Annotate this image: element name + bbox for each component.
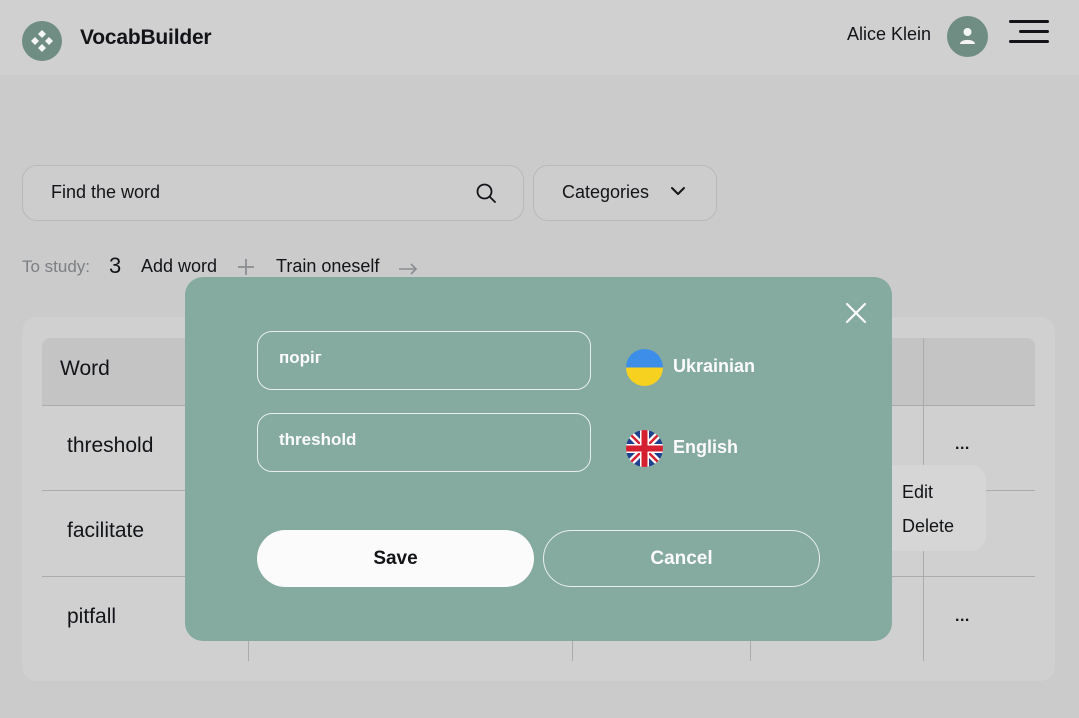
table-row-word: pitfall [67,605,117,628]
user-icon[interactable] [947,16,988,57]
close-icon[interactable] [844,301,868,325]
column-header-word: Word [60,357,110,380]
delete-menu-item[interactable]: Delete [902,516,954,537]
ukrainian-language-label: Ukrainian [673,356,756,376]
add-word-button[interactable]: Add word [141,256,217,277]
english-language-label: English [673,437,739,457]
row-actions-button[interactable]: ... [955,608,970,626]
logo-icon[interactable] [22,21,62,61]
search-input[interactable]: Find the word [22,165,524,221]
save-button[interactable]: Save [257,530,534,587]
english-word-value: threshold [279,430,357,449]
ukrainian-word-value: поріг [279,348,322,367]
user-name: Alice Klein [847,24,932,44]
uk-flag-icon [626,430,663,467]
arrow-right-icon[interactable] [398,262,418,276]
plus-icon[interactable] [236,257,256,277]
to-study-label: To study: [22,257,91,276]
header: VocabBuilder Alice Klein [0,0,1079,75]
categories-label: Categories [562,182,650,202]
app-title[interactable]: VocabBuilder [80,26,212,50]
search-icon[interactable] [475,182,497,204]
table-row-word: threshold [67,434,154,457]
categories-select[interactable]: Categories [533,165,717,221]
english-word-field[interactable]: threshold [257,413,591,472]
train-oneself-button[interactable]: Train oneself [276,256,379,277]
cancel-button[interactable]: Cancel [543,530,820,587]
chevron-down-icon [671,187,685,195]
search-placeholder: Find the word [51,182,161,202]
menu-icon[interactable] [1009,20,1049,46]
table-row-word: facilitate [67,519,145,542]
row-actions-menu: Edit Delete [880,465,986,551]
ukrainian-word-field[interactable]: поріг [257,331,591,390]
ukraine-flag-icon [626,349,663,386]
edit-menu-item[interactable]: Edit [902,482,933,503]
row-actions-button[interactable]: ... [955,436,970,454]
to-study-count: 3 [109,253,122,278]
